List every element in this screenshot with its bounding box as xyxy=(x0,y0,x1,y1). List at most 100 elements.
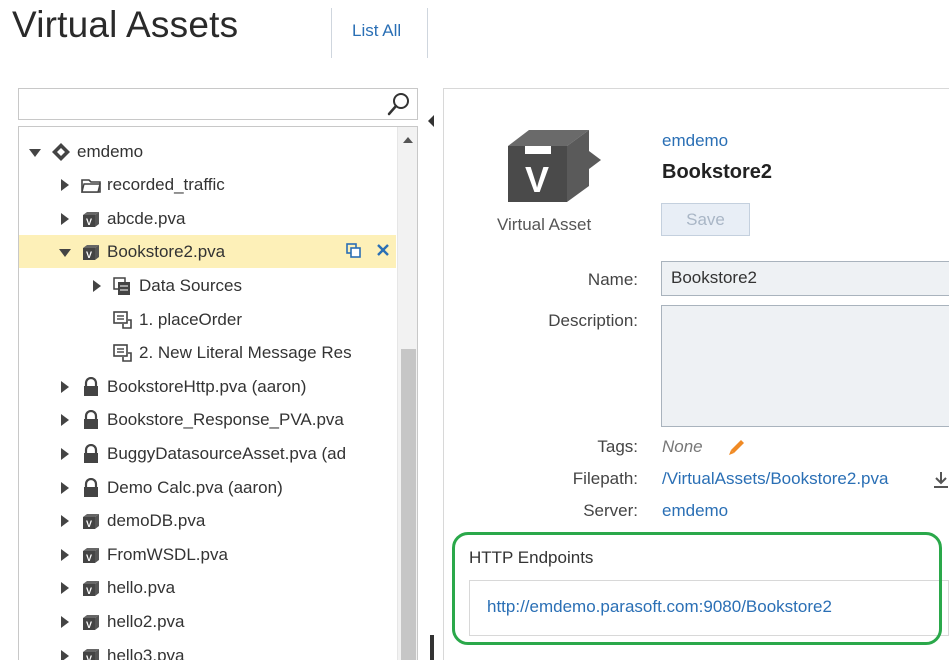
asset-name-heading: Bookstore2 xyxy=(662,161,773,183)
save-button[interactable]: Save xyxy=(661,203,750,236)
caret-right-icon[interactable] xyxy=(59,212,71,225)
search-icon[interactable] xyxy=(387,92,411,116)
asset-type-label: Virtual Asset xyxy=(497,215,592,234)
splitter-handle[interactable] xyxy=(430,635,434,660)
caret-right-icon[interactable] xyxy=(91,279,103,292)
caret-right-icon[interactable] xyxy=(59,380,71,393)
description-label: Description: xyxy=(548,311,638,330)
tree-item[interactable]: Vhello2.pva xyxy=(19,605,396,638)
tree-item[interactable]: Demo Calc.pva (aaron) xyxy=(19,471,396,504)
virtual-asset-icon: V xyxy=(81,545,101,565)
tree-item-label: BookstoreHttp.pva (aaron) xyxy=(107,376,307,396)
svg-text:V: V xyxy=(86,654,92,660)
pencil-icon[interactable] xyxy=(727,436,747,456)
name-label: Name: xyxy=(587,270,638,289)
tree-item-label: emdemo xyxy=(77,141,144,161)
tags-label: Tags: xyxy=(597,437,638,456)
tree-item[interactable]: Vabcde.pva xyxy=(19,202,396,235)
caret-right-icon[interactable] xyxy=(59,481,71,494)
tree-item-label: Bookstore2.pva xyxy=(107,241,226,261)
tree-item[interactable]: Data Sources xyxy=(19,269,396,302)
tree-item[interactable]: Vhello3.pva xyxy=(19,639,396,660)
server-label: Server: xyxy=(583,501,638,520)
caret-right-icon[interactable] xyxy=(59,581,71,594)
tree-item[interactable]: BuggyDatasourceAsset.pva (ad xyxy=(19,437,396,470)
name-field[interactable]: Bookstore2 xyxy=(661,261,949,296)
close-icon[interactable] xyxy=(376,243,390,257)
caret-right-icon[interactable] xyxy=(59,447,71,460)
server-value-link[interactable]: emdemo xyxy=(662,501,728,521)
svg-text:V: V xyxy=(86,586,92,596)
caret-right-icon[interactable] xyxy=(59,413,71,426)
virtual-asset-icon: V xyxy=(81,242,101,262)
scroll-up-arrow[interactable] xyxy=(403,137,413,143)
virtual-asset-icon: V xyxy=(81,209,101,229)
tree-item-label: FromWSDL.pva xyxy=(107,544,228,564)
tree-item-label: hello3.pva xyxy=(107,645,185,660)
lock-icon xyxy=(81,477,101,498)
tree-item[interactable]: Vhello.pva xyxy=(19,571,396,604)
virtual-asset-icon: V xyxy=(81,646,101,660)
tree-item[interactable]: 2. New Literal Message Res xyxy=(19,336,396,369)
download-icon[interactable] xyxy=(932,470,949,490)
server-link[interactable]: emdemo xyxy=(662,131,728,151)
title-divider xyxy=(427,8,428,58)
tree-item-label: hello2.pva xyxy=(107,611,185,631)
virtual-asset-icon: V xyxy=(508,130,601,202)
tree-item[interactable]: V FromWSDL.pva xyxy=(19,538,396,571)
svg-text:V: V xyxy=(86,519,92,529)
caret-right-icon[interactable] xyxy=(59,615,71,628)
responder-icon xyxy=(113,310,133,330)
virtual-asset-icon: V xyxy=(81,612,101,632)
tree-item-label: Data Sources xyxy=(139,275,242,295)
tree-item-label: 1. placeOrder xyxy=(139,309,242,329)
caret-right-icon[interactable] xyxy=(59,514,71,527)
description-field[interactable] xyxy=(661,305,949,427)
caret-right-icon[interactable] xyxy=(59,548,71,561)
caret-down-icon[interactable] xyxy=(59,246,71,258)
list-all-link[interactable]: List All xyxy=(352,21,401,41)
tree-item[interactable]: recorded_traffic xyxy=(19,168,396,201)
data-sources-icon xyxy=(113,276,133,296)
virtual-asset-icon: V xyxy=(81,578,101,598)
caret-down-icon[interactable] xyxy=(29,146,41,158)
server-icon xyxy=(51,142,71,162)
filepath-link[interactable]: /VirtualAssets/Bookstore2.pva xyxy=(662,469,888,489)
caret-right-icon[interactable] xyxy=(59,178,71,191)
virtual-asset-icon: V xyxy=(81,511,101,531)
tree-item-label: hello.pva xyxy=(107,577,176,597)
tree-item-label: BuggyDatasourceAsset.pva (ad xyxy=(107,443,347,463)
copy-icon[interactable] xyxy=(346,243,362,259)
svg-text:V: V xyxy=(86,620,92,630)
tree-item[interactable]: BookstoreHttp.pva (aaron) xyxy=(19,370,396,403)
tree-item-label: 2. New Literal Message Res xyxy=(139,342,352,362)
row-actions xyxy=(346,243,390,259)
title-divider xyxy=(331,8,332,58)
tree-scrollbar[interactable] xyxy=(397,127,417,660)
page-title: Virtual Assets xyxy=(12,4,239,45)
tree-item-label: Demo Calc.pva (aaron) xyxy=(107,477,283,497)
caret-right-icon[interactable] xyxy=(59,649,71,660)
tree-item-label: abcde.pva xyxy=(107,208,186,228)
tree-item-label: Bookstore_Response_PVA.pva xyxy=(107,409,344,429)
collapse-panel-icon[interactable] xyxy=(428,115,434,127)
tree-item-label: recorded_traffic xyxy=(107,174,225,194)
search-input[interactable] xyxy=(18,88,418,120)
tree-item[interactable]: 1. placeOrder xyxy=(19,303,396,336)
folder-icon xyxy=(81,175,101,195)
scroll-thumb[interactable] xyxy=(401,349,416,660)
tree-item[interactable]: emdemo xyxy=(19,135,396,168)
tree-item[interactable]: VdemoDB.pva xyxy=(19,504,396,537)
tree-item[interactable]: Bookstore_Response_PVA.pva xyxy=(19,403,396,436)
filepath-label: Filepath: xyxy=(572,469,638,488)
svg-text:V: V xyxy=(86,250,92,260)
tree-item-label: demoDB.pva xyxy=(107,510,206,530)
tree-item[interactable]: V Bookstore2.pva xyxy=(19,235,396,268)
lock-icon xyxy=(81,409,101,430)
svg-text:V: V xyxy=(86,553,92,563)
svg-text:V: V xyxy=(525,159,549,200)
lock-icon xyxy=(81,443,101,464)
highlight-box xyxy=(452,532,942,645)
asset-tree: emdemo recorded_traffic Vabcde.pva V Booksto… xyxy=(18,126,418,660)
tags-value: None xyxy=(662,437,703,456)
